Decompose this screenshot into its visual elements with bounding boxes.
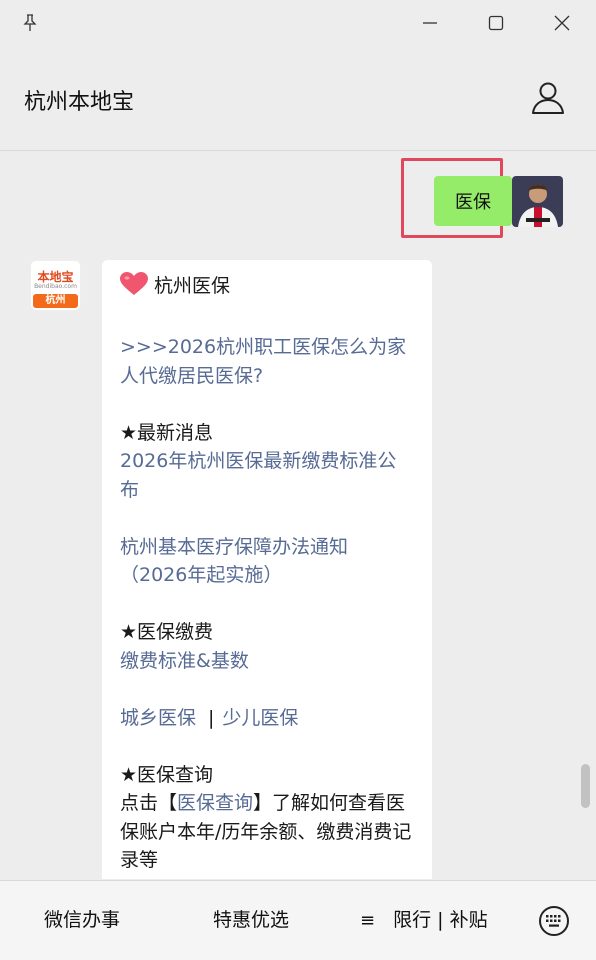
menu-traffic-subsidy-label: 限行 | 补贴 bbox=[393, 909, 488, 931]
minimize-icon[interactable] bbox=[408, 0, 452, 46]
query-text: 点击【医保查询】了解如何查看医保账户本年/历年余额、缴费消费记录等 bbox=[120, 789, 414, 875]
outgoing-message[interactable]: 医保 bbox=[434, 176, 520, 226]
bot-avatar[interactable]: 本地宝 Bendibao.com 杭州 bbox=[30, 260, 81, 311]
menu-wechat-services[interactable]: 微信办事 bbox=[44, 881, 120, 960]
chat-header: 杭州本地宝 bbox=[0, 48, 596, 151]
chat-area[interactable]: 医保 本地宝 Bendibao.com 杭州 杭州医保 >>>2026杭州职工医… bbox=[0, 151, 596, 879]
bot-site-text: Bendibao.com bbox=[34, 283, 77, 290]
section-query: ★医保查询 bbox=[120, 763, 214, 786]
title-bar bbox=[0, 0, 596, 48]
link-urban-rural[interactable]: 城乡医保 bbox=[120, 707, 196, 729]
bot-city-badge: 杭州 bbox=[33, 294, 78, 308]
heart-icon bbox=[120, 272, 148, 305]
message-title: 杭州医保 bbox=[154, 275, 231, 297]
scrollbar-thumb[interactable] bbox=[581, 764, 590, 808]
link-medical-notice[interactable]: 杭州基本医疗保障办法通知（2026年起实施） bbox=[120, 533, 414, 590]
outgoing-bubble[interactable]: 医保 bbox=[434, 176, 520, 226]
link-payment-base[interactable]: 缴费标准&基数 bbox=[120, 647, 414, 676]
user-avatar[interactable] bbox=[512, 176, 563, 227]
maximize-icon[interactable] bbox=[474, 0, 518, 46]
pin-icon[interactable] bbox=[8, 0, 52, 46]
submenu-icon: ≡ bbox=[360, 910, 376, 931]
menu-traffic-subsidy[interactable]: ≡ 限行 | 补贴 bbox=[360, 881, 488, 960]
link-children[interactable]: 少儿医保 bbox=[222, 707, 298, 729]
bottom-menu: 微信办事 特惠优选 ≡ 限行 | 补贴 bbox=[0, 880, 596, 960]
keyboard-icon[interactable] bbox=[538, 905, 570, 937]
close-icon[interactable] bbox=[540, 0, 584, 46]
menu-deals[interactable]: 特惠优选 bbox=[213, 881, 289, 960]
link-family-pay[interactable]: >>>2026杭州职工医保怎么为家人代缴居民医保? bbox=[120, 333, 414, 390]
link-payment-standard[interactable]: 2026年杭州医保最新缴费标准公布 bbox=[120, 447, 414, 504]
link-separator: | bbox=[208, 706, 215, 729]
section-latest-news: ★最新消息 bbox=[120, 421, 214, 444]
message-title-line: 杭州医保 bbox=[120, 272, 414, 305]
link-query[interactable]: 医保查询 bbox=[177, 792, 253, 814]
query-prefix: 点击【 bbox=[120, 792, 178, 814]
incoming-bubble: 杭州医保 >>>2026杭州职工医保怎么为家人代缴居民医保? ★最新消息 202… bbox=[102, 260, 432, 879]
person-icon[interactable] bbox=[528, 78, 568, 118]
links-row: 城乡医保 | 少儿医保 bbox=[120, 704, 414, 733]
section-payment: ★医保缴费 bbox=[120, 621, 214, 643]
chat-title: 杭州本地宝 bbox=[24, 90, 135, 115]
